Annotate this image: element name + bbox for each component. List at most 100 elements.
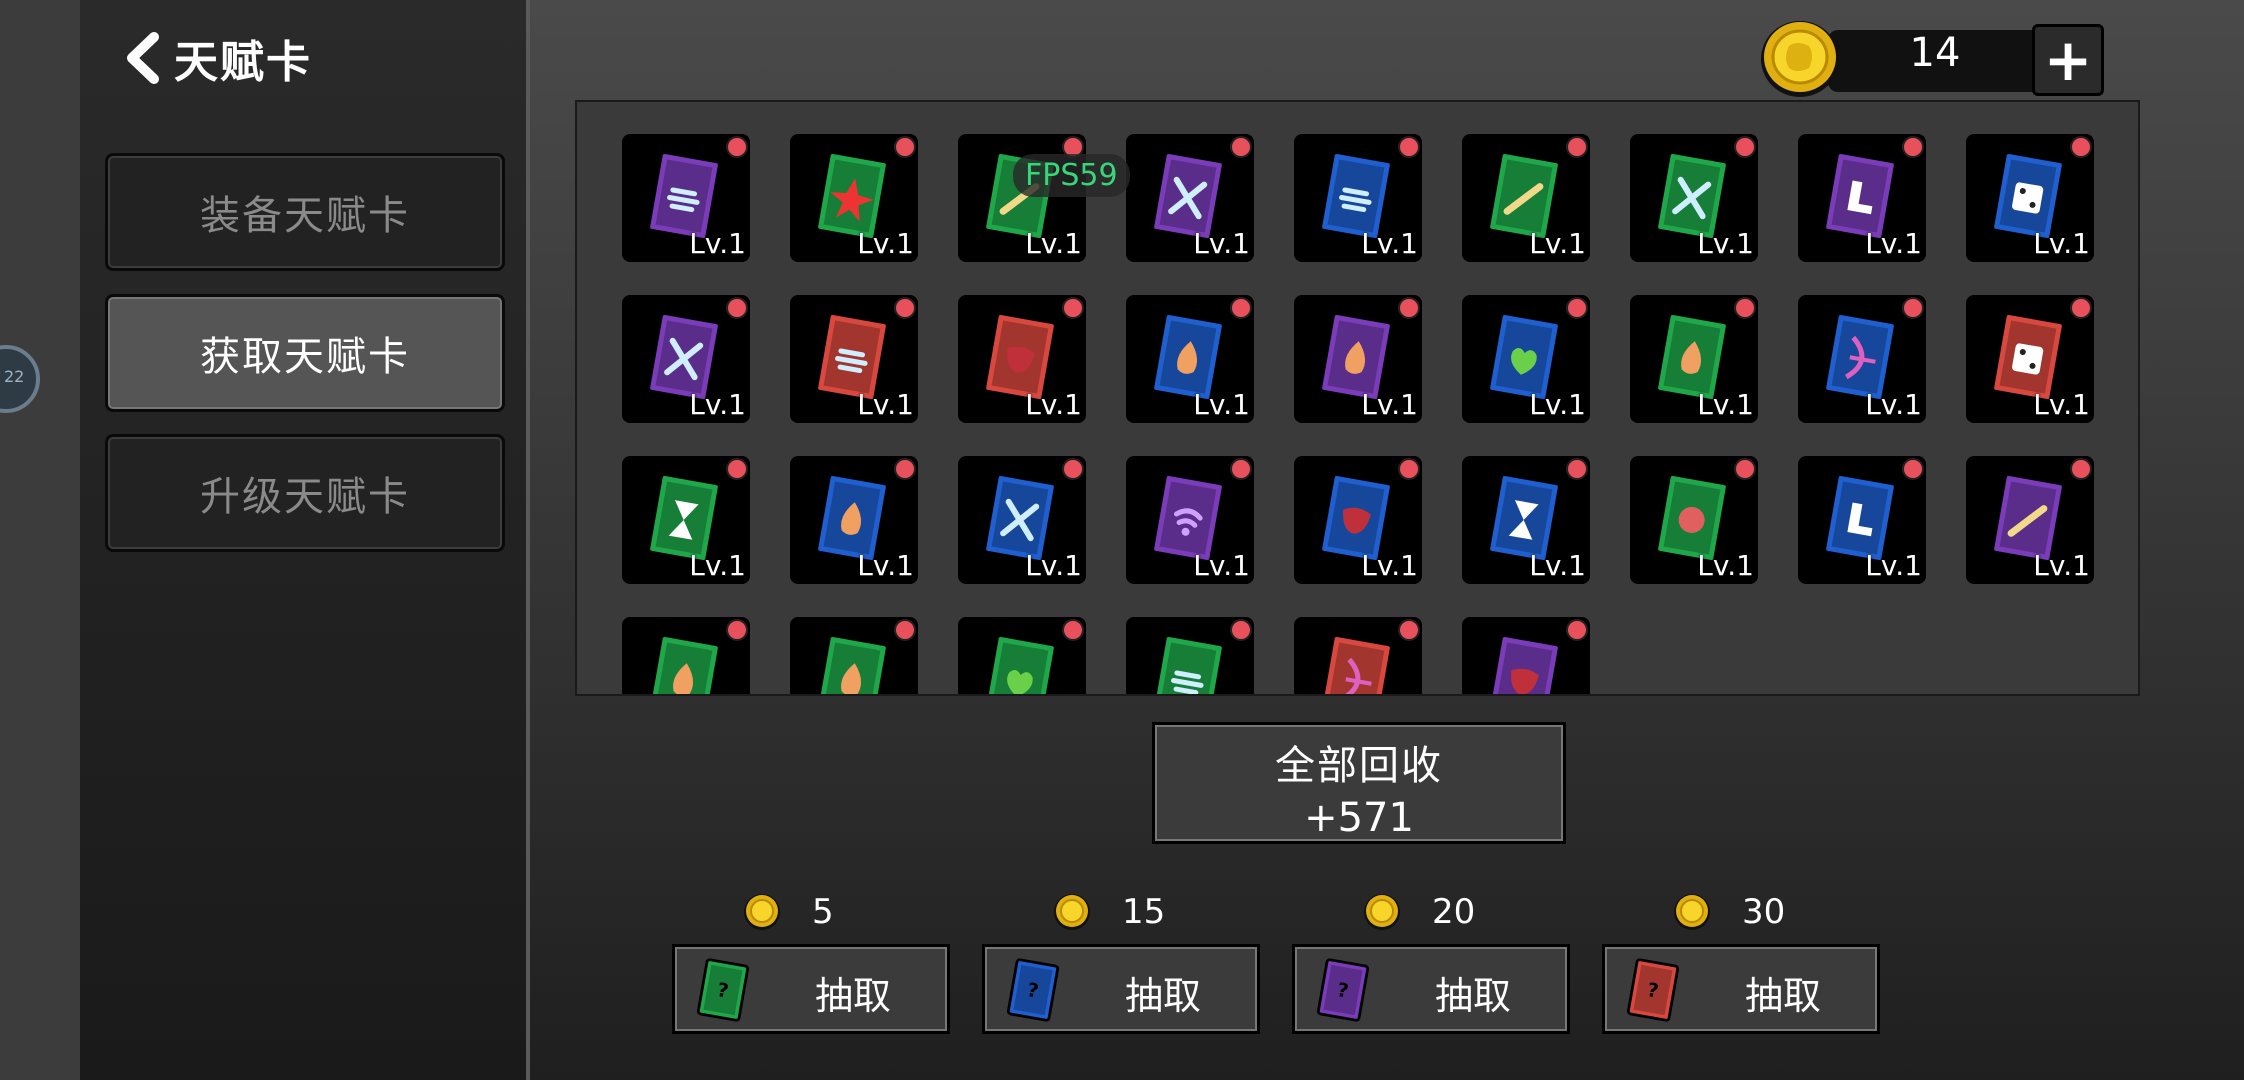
mouth-card-icon — [1486, 633, 1562, 694]
new-badge — [1566, 297, 1588, 319]
new-badge — [2070, 458, 2092, 480]
card-level: Lv.1 — [1697, 227, 1754, 260]
coin-icon — [1054, 894, 1090, 930]
new-badge — [894, 458, 916, 480]
draw-price: 20 — [1292, 888, 1570, 934]
draw-button[interactable]: ? 抽取 — [1602, 944, 1880, 1034]
talent-card[interactable]: Lv.1 — [1966, 295, 2094, 423]
talent-card[interactable]: Lv.1 — [1126, 134, 1254, 262]
card-level: Lv.1 — [1865, 388, 1922, 421]
talent-card[interactable]: Lv.1 — [1126, 456, 1254, 584]
fps-counter: FPS59 — [1013, 154, 1130, 197]
talent-card[interactable]: Lv.1 — [1630, 134, 1758, 262]
new-badge — [2070, 136, 2092, 158]
new-badge — [1902, 458, 1924, 480]
card-level: Lv.1 — [857, 227, 914, 260]
flame-card-icon — [646, 633, 722, 694]
sidebar: 天赋卡 装备天赋卡 获取天赋卡 升级天赋卡 — [80, 0, 530, 1080]
talent-card[interactable]: Lv.1 — [790, 134, 918, 262]
page-title: 天赋卡 — [174, 37, 312, 88]
new-badge — [726, 458, 748, 480]
flame-card-icon — [814, 633, 890, 694]
new-badge — [1734, 297, 1756, 319]
card-level: Lv.1 — [2033, 388, 2090, 421]
new-badge — [1230, 136, 1252, 158]
new-badge — [1230, 297, 1252, 319]
card-level: Lv.1 — [1697, 388, 1754, 421]
card-level: Lv.1 — [1529, 227, 1586, 260]
mystery-card-icon: ? — [696, 958, 750, 1022]
recycle-all-button[interactable]: 全部回收 +571 — [1152, 722, 1566, 844]
coin-icon — [1761, 21, 1839, 97]
talent-card[interactable]: Lv.1 — [790, 295, 918, 423]
new-badge — [1398, 297, 1420, 319]
card-level: Lv.1 — [1865, 227, 1922, 260]
draw-price-value: 5 — [812, 892, 834, 932]
draw-option: 20? 抽取 — [1292, 888, 1570, 1034]
talent-card[interactable] — [1126, 617, 1254, 694]
menu-upgrade-cards[interactable]: 升级天赋卡 — [105, 434, 505, 552]
new-badge — [1734, 136, 1756, 158]
card-level: Lv.1 — [1193, 227, 1250, 260]
menu-obtain-cards[interactable]: 获取天赋卡 — [105, 294, 505, 412]
talent-card[interactable]: Lv.1 — [1798, 295, 1926, 423]
card-level: Lv.1 — [1361, 549, 1418, 582]
side-badge-label: 22 — [4, 367, 25, 386]
talent-card[interactable]: Lv.1 — [958, 456, 1086, 584]
card-level: Lv.1 — [1025, 227, 1082, 260]
card-level: Lv.1 — [1361, 388, 1418, 421]
add-currency-button[interactable]: + — [2032, 24, 2104, 96]
talent-card[interactable]: Lv.1 — [622, 456, 750, 584]
talent-card[interactable]: Lv.1 — [1630, 295, 1758, 423]
talent-card[interactable]: Lv.1 — [1462, 456, 1590, 584]
new-badge — [1062, 619, 1084, 641]
mystery-card-icon: ? — [1626, 958, 1680, 1022]
talent-card[interactable]: Lv.1 — [1462, 295, 1590, 423]
new-badge — [1734, 458, 1756, 480]
draw-price-value: 30 — [1742, 892, 1786, 932]
talent-card[interactable]: Lv.1 — [1294, 134, 1422, 262]
talent-card[interactable]: Lv.1 — [790, 456, 918, 584]
draw-option: 5? 抽取 — [672, 888, 950, 1034]
talent-card[interactable] — [622, 617, 750, 694]
back-button[interactable]: 天赋卡 — [120, 26, 312, 90]
talent-card[interactable]: Lv.1 — [1798, 456, 1926, 584]
new-badge — [2070, 297, 2092, 319]
talent-card[interactable] — [1294, 617, 1422, 694]
talent-card[interactable]: Lv.1 — [1462, 134, 1590, 262]
menu-equip-cards[interactable]: 装备天赋卡 — [105, 153, 505, 271]
draw-price-value: 20 — [1432, 892, 1476, 932]
card-level: Lv.1 — [1697, 549, 1754, 582]
talent-card[interactable] — [1462, 617, 1590, 694]
talent-card[interactable]: Lv.1 — [1294, 456, 1422, 584]
talent-card[interactable]: Lv.1 — [622, 134, 750, 262]
talent-card[interactable] — [790, 617, 918, 694]
talent-card[interactable]: Lv.1 — [1126, 295, 1254, 423]
talent-card[interactable]: Lv.1 — [1798, 134, 1926, 262]
new-badge — [726, 297, 748, 319]
draw-label: 抽取 — [1435, 974, 1512, 1018]
new-badge — [1062, 458, 1084, 480]
draw-button[interactable]: ? 抽取 — [982, 944, 1260, 1034]
card-level: Lv.1 — [1865, 549, 1922, 582]
talent-card[interactable] — [958, 617, 1086, 694]
mystery-card-icon: ? — [1316, 958, 1370, 1022]
new-badge — [1230, 458, 1252, 480]
draw-label: 抽取 — [815, 974, 892, 1018]
talent-card[interactable]: Lv.1 — [1630, 456, 1758, 584]
talent-card[interactable]: Lv.1 — [1294, 295, 1422, 423]
new-badge — [1230, 619, 1252, 641]
talent-card[interactable]: Lv.1 — [958, 295, 1086, 423]
new-badge — [1902, 136, 1924, 158]
recycle-value: +571 — [1304, 795, 1414, 841]
card-level: Lv.1 — [1025, 388, 1082, 421]
draw-button[interactable]: ? 抽取 — [672, 944, 950, 1034]
talent-card[interactable]: Lv.1 — [1966, 134, 2094, 262]
talent-card[interactable]: Lv.1 — [1966, 456, 2094, 584]
draw-label: 抽取 — [1125, 974, 1202, 1018]
new-badge — [1398, 458, 1420, 480]
card-level: Lv.1 — [1361, 227, 1418, 260]
talent-card[interactable]: Lv.1 — [622, 295, 750, 423]
card-grid: Lv.1 Lv.1 Lv.1 Lv.1 Lv.1 Lv.1 Lv.1 Lv.1 Lv.1 Lv.1… — [575, 100, 2140, 696]
draw-button[interactable]: ? 抽取 — [1292, 944, 1570, 1034]
